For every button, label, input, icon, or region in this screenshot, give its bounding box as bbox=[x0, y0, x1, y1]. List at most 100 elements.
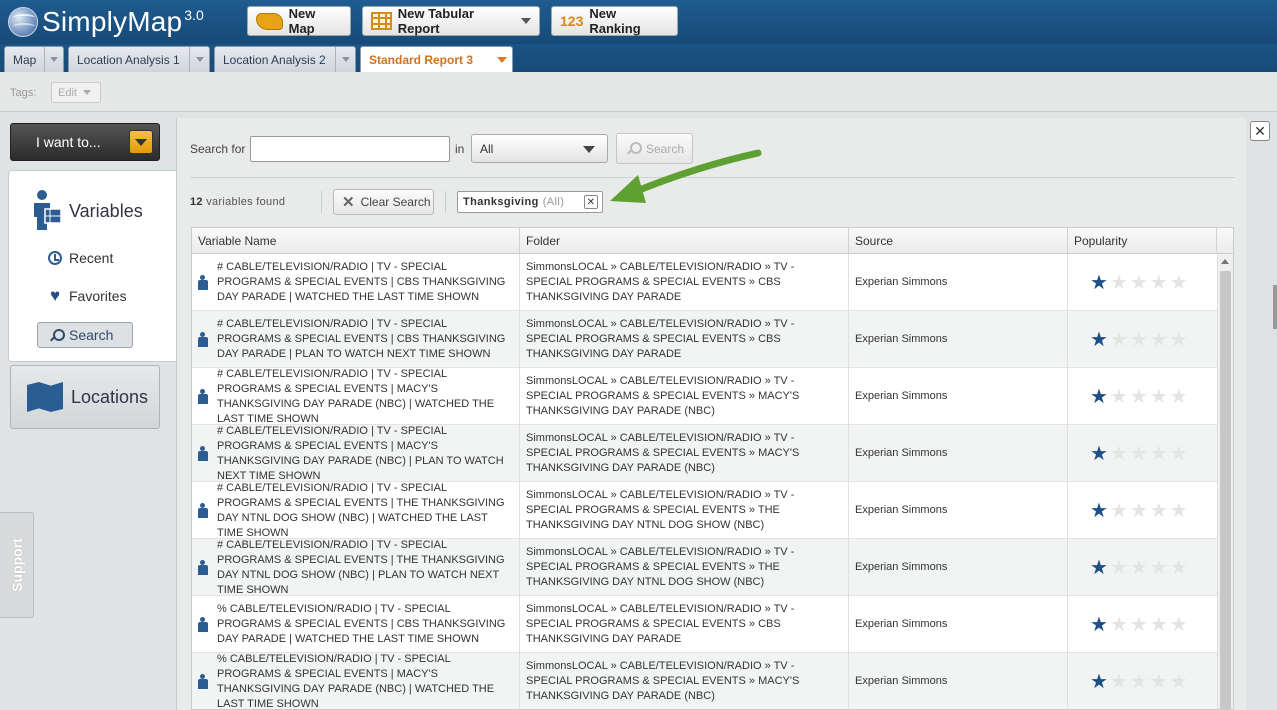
sidebar-item-favorites[interactable]: ♥ Favorites bbox=[47, 287, 127, 304]
new-tabular-report-button[interactable]: New Tabular Report bbox=[362, 6, 540, 36]
popularity-rating[interactable]: ★ ★ ★ ★ ★ bbox=[1068, 425, 1217, 482]
locations-title: Locations bbox=[71, 386, 149, 407]
popularity-rating[interactable]: ★ ★ ★ ★ ★ bbox=[1068, 368, 1217, 425]
star-icon[interactable]: ★ bbox=[1110, 387, 1128, 407]
variables-title[interactable]: Variables bbox=[69, 201, 143, 222]
star-icon[interactable]: ★ bbox=[1170, 672, 1188, 692]
variable-name-cell[interactable]: % CABLE/TELEVISION/RADIO | TV - SPECIAL … bbox=[192, 653, 520, 709]
tab-menu-chevron-icon[interactable] bbox=[189, 47, 209, 72]
support-tab[interactable]: Support bbox=[0, 512, 34, 618]
table-row[interactable]: # CABLE/TELEVISION/RADIO | TV - SPECIAL … bbox=[192, 368, 1217, 425]
star-icon[interactable]: ★ bbox=[1150, 273, 1168, 293]
star-icon[interactable]: ★ bbox=[1110, 558, 1128, 578]
star-icon[interactable]: ★ bbox=[1130, 273, 1148, 293]
popularity-rating[interactable]: ★ ★ ★ ★ ★ bbox=[1068, 596, 1217, 653]
star-icon[interactable]: ★ bbox=[1150, 615, 1168, 635]
star-icon[interactable]: ★ bbox=[1170, 330, 1188, 350]
new-ranking-button[interactable]: 123 New Ranking bbox=[551, 6, 678, 36]
locations-panel-button[interactable]: Locations bbox=[10, 365, 160, 429]
star-icon[interactable]: ★ bbox=[1110, 444, 1128, 464]
star-icon[interactable]: ★ bbox=[1170, 273, 1188, 293]
variable-name-cell[interactable]: # CABLE/TELEVISION/RADIO | TV - SPECIAL … bbox=[192, 539, 520, 596]
star-icon[interactable]: ★ bbox=[1170, 444, 1188, 464]
tab-map[interactable]: Map bbox=[4, 46, 64, 72]
star-icon[interactable]: ★ bbox=[1090, 444, 1108, 464]
star-icon[interactable]: ★ bbox=[1110, 615, 1128, 635]
sidebar-item-search[interactable]: Search bbox=[37, 322, 133, 348]
star-icon[interactable]: ★ bbox=[1130, 672, 1148, 692]
star-icon[interactable]: ★ bbox=[1170, 501, 1188, 521]
star-icon[interactable]: ★ bbox=[1090, 273, 1108, 293]
sidebar-item-recent[interactable]: Recent bbox=[47, 250, 113, 266]
star-icon[interactable]: ★ bbox=[1150, 501, 1168, 521]
column-header-source[interactable]: Source bbox=[849, 228, 1068, 254]
star-icon[interactable]: ★ bbox=[1090, 558, 1108, 578]
variable-name-cell[interactable]: # CABLE/TELEVISION/RADIO | TV - SPECIAL … bbox=[192, 425, 520, 482]
star-icon[interactable]: ★ bbox=[1130, 387, 1148, 407]
star-icon[interactable]: ★ bbox=[1150, 444, 1168, 464]
star-icon[interactable]: ★ bbox=[1130, 444, 1148, 464]
star-icon[interactable]: ★ bbox=[1150, 672, 1168, 692]
column-header-popularity[interactable]: Popularity bbox=[1068, 228, 1217, 254]
search-input[interactable] bbox=[250, 136, 450, 162]
star-icon[interactable]: ★ bbox=[1090, 387, 1108, 407]
variable-name-cell[interactable]: # CABLE/TELEVISION/RADIO | TV - SPECIAL … bbox=[192, 254, 520, 311]
star-icon[interactable]: ★ bbox=[1170, 558, 1188, 578]
tab-menu-chevron-icon[interactable] bbox=[335, 47, 355, 72]
tab-standard-report-3[interactable]: Standard Report 3 bbox=[360, 46, 513, 72]
star-icon[interactable]: ★ bbox=[1090, 330, 1108, 350]
star-icon[interactable]: ★ bbox=[1110, 273, 1128, 293]
clear-search-button[interactable]: ✕ Clear Search bbox=[333, 189, 434, 215]
variable-name-cell[interactable]: % CABLE/TELEVISION/RADIO | TV - SPECIAL … bbox=[192, 596, 520, 653]
close-icon[interactable]: ✕ bbox=[1250, 121, 1270, 141]
variable-name-cell[interactable]: # CABLE/TELEVISION/RADIO | TV - SPECIAL … bbox=[192, 482, 520, 539]
popularity-rating[interactable]: ★ ★ ★ ★ ★ bbox=[1068, 311, 1217, 368]
star-icon[interactable]: ★ bbox=[1090, 615, 1108, 635]
star-icon[interactable]: ★ bbox=[1110, 501, 1128, 521]
vertical-scrollbar[interactable] bbox=[1217, 254, 1233, 709]
variable-name-cell[interactable]: # CABLE/TELEVISION/RADIO | TV - SPECIAL … bbox=[192, 368, 520, 425]
popularity-rating[interactable]: ★ ★ ★ ★ ★ bbox=[1068, 653, 1217, 709]
star-icon[interactable]: ★ bbox=[1110, 672, 1128, 692]
table-row[interactable]: # CABLE/TELEVISION/RADIO | TV - SPECIAL … bbox=[192, 539, 1217, 596]
table-row[interactable]: % CABLE/TELEVISION/RADIO | TV - SPECIAL … bbox=[192, 596, 1217, 653]
scrollbar-thumb[interactable] bbox=[1220, 271, 1231, 709]
star-icon[interactable]: ★ bbox=[1170, 387, 1188, 407]
tab-location-analysis-2[interactable]: Location Analysis 2 bbox=[214, 46, 356, 72]
simplymap-logo[interactable]: SimplyMap 3.0 bbox=[8, 5, 204, 39]
table-row[interactable]: # CABLE/TELEVISION/RADIO | TV - SPECIAL … bbox=[192, 425, 1217, 482]
remove-filter-icon[interactable]: ✕ bbox=[584, 195, 598, 209]
table-row[interactable]: # CABLE/TELEVISION/RADIO | TV - SPECIAL … bbox=[192, 311, 1217, 368]
star-icon[interactable]: ★ bbox=[1170, 615, 1188, 635]
tab-menu-chevron-icon[interactable] bbox=[492, 47, 512, 72]
star-icon[interactable]: ★ bbox=[1130, 558, 1148, 578]
search-scope-select[interactable]: All bbox=[471, 134, 608, 163]
star-icon[interactable]: ★ bbox=[1110, 330, 1128, 350]
results-count: 12 variables found bbox=[190, 196, 285, 208]
tab-menu-chevron-icon[interactable] bbox=[44, 47, 63, 72]
popularity-rating[interactable]: ★ ★ ★ ★ ★ bbox=[1068, 482, 1217, 539]
folder-path: SimmonsLOCAL » CABLE/TELEVISION/RADIO » … bbox=[526, 318, 795, 360]
table-row[interactable]: % CABLE/TELEVISION/RADIO | TV - SPECIAL … bbox=[192, 653, 1217, 709]
star-icon[interactable]: ★ bbox=[1130, 330, 1148, 350]
tab-location-analysis-1[interactable]: Location Analysis 1 bbox=[68, 46, 210, 72]
star-icon[interactable]: ★ bbox=[1090, 501, 1108, 521]
column-header-folder[interactable]: Folder bbox=[520, 228, 849, 254]
table-row[interactable]: # CABLE/TELEVISION/RADIO | TV - SPECIAL … bbox=[192, 254, 1217, 311]
star-icon[interactable]: ★ bbox=[1130, 615, 1148, 635]
star-icon[interactable]: ★ bbox=[1150, 387, 1168, 407]
tab-label: Location Analysis 1 bbox=[77, 52, 180, 67]
star-icon[interactable]: ★ bbox=[1150, 558, 1168, 578]
new-map-button[interactable]: New Map bbox=[247, 6, 351, 36]
popularity-rating[interactable]: ★ ★ ★ ★ ★ bbox=[1068, 254, 1217, 311]
star-icon[interactable]: ★ bbox=[1130, 501, 1148, 521]
column-header-variable-name[interactable]: Variable Name bbox=[192, 228, 520, 254]
star-icon[interactable]: ★ bbox=[1090, 672, 1108, 692]
tags-edit-dropdown[interactable]: Edit bbox=[51, 82, 101, 103]
scroll-up-icon[interactable] bbox=[1221, 259, 1229, 264]
i-want-to-menu[interactable]: I want to... bbox=[10, 123, 160, 161]
star-icon[interactable]: ★ bbox=[1150, 330, 1168, 350]
variable-name-cell[interactable]: # CABLE/TELEVISION/RADIO | TV - SPECIAL … bbox=[192, 311, 520, 368]
table-row[interactable]: # CABLE/TELEVISION/RADIO | TV - SPECIAL … bbox=[192, 482, 1217, 539]
popularity-rating[interactable]: ★ ★ ★ ★ ★ bbox=[1068, 539, 1217, 596]
